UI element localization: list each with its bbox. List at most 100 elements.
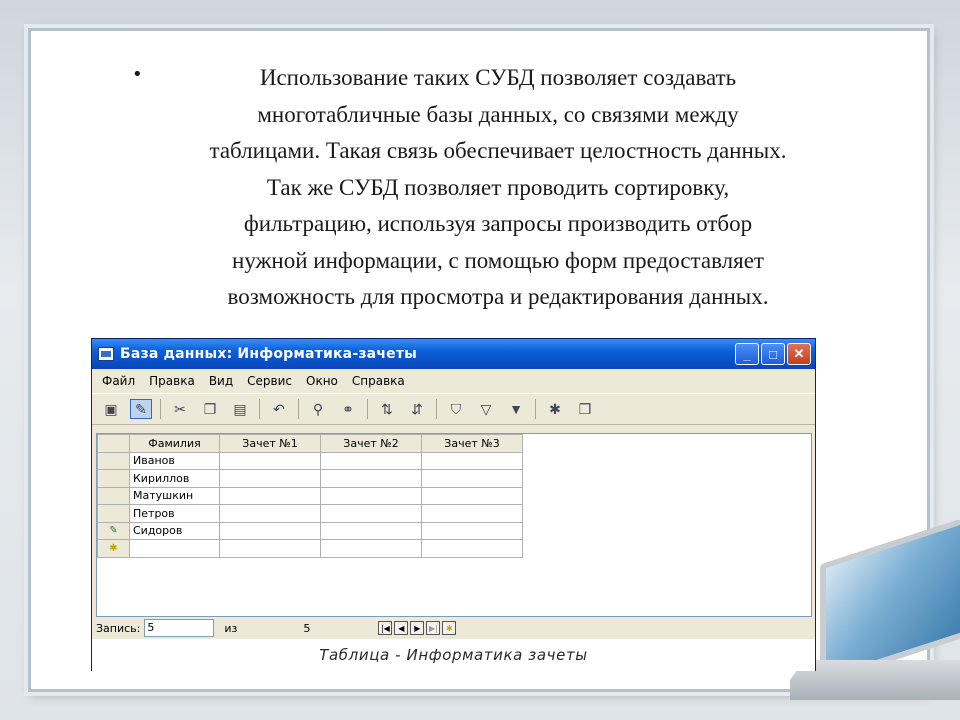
filter-icon[interactable]: ⛉ xyxy=(445,399,467,419)
cut-icon[interactable]: ✂ xyxy=(169,399,191,419)
menu-bar: Файл Правка Вид Сервис Окно Справка xyxy=(92,369,815,393)
sort-desc-icon[interactable]: ⇵ xyxy=(406,399,428,419)
filter-form-icon[interactable]: ▽ xyxy=(475,399,497,419)
column-header[interactable]: Зачет №1 xyxy=(219,434,321,453)
table-row: Матушкин xyxy=(97,486,523,505)
record-number-input[interactable]: 5 xyxy=(144,619,215,637)
table-row: Кириллов xyxy=(97,469,523,488)
grade-cell[interactable] xyxy=(219,521,321,540)
sort-asc-icon[interactable]: ⇅ xyxy=(376,399,398,419)
toolbar-separator xyxy=(367,399,368,419)
text-line: таблицами. Такая связь обеспечивает цело… xyxy=(209,138,787,163)
menu-file[interactable]: Файл xyxy=(102,374,135,388)
header-row: Фамилия Зачет №1 Зачет №2 Зачет №3 xyxy=(97,434,523,453)
record-total: 5 xyxy=(303,621,311,635)
grade-cell[interactable] xyxy=(421,469,523,488)
record-label: Запись: xyxy=(96,621,141,635)
toolbar-separator xyxy=(259,399,260,419)
grade-cell[interactable] xyxy=(421,486,523,505)
column-header[interactable]: Зачет №3 xyxy=(421,434,523,453)
grade-cell[interactable] xyxy=(421,451,523,470)
text-line: нужной информации, с помощью форм предос… xyxy=(232,247,764,273)
new-record-icon[interactable]: ✱ xyxy=(544,399,566,419)
data-table: Фамилия Зачет №1 Зачет №2 Зачет №3 Ивано… xyxy=(97,434,523,558)
menu-edit[interactable]: Правка xyxy=(149,374,195,388)
grade-cell[interactable] xyxy=(219,451,321,470)
of-label: из xyxy=(224,621,238,635)
toolbar-separator xyxy=(436,399,437,419)
name-cell[interactable]: Петров xyxy=(129,504,220,523)
slide-text: Использование таких СУБД позволяет созда… xyxy=(96,60,900,316)
name-cell[interactable]: Иванов xyxy=(129,451,220,470)
menu-view[interactable]: Вид xyxy=(209,374,233,388)
grade-cell[interactable] xyxy=(320,469,422,488)
window-title: База данных: Информатика-зачеты xyxy=(120,346,417,362)
record-navigator: Запись: 5 из 5 |◀ ◀ ▶ ▶| ✱ xyxy=(96,618,812,638)
menu-window[interactable]: Окно xyxy=(306,374,338,388)
toolbar: ▣ ✎ ✂ ❐ ▤ ↶ ⚲ ⚭ ⇅ ⇵ ⛉ ▽ ▼ ✱ ❒ xyxy=(92,393,815,425)
maximize-button[interactable]: □ xyxy=(761,343,785,365)
close-button[interactable]: ✕ xyxy=(787,343,811,365)
row-selector[interactable] xyxy=(97,486,130,505)
grade-cell[interactable] xyxy=(320,521,422,540)
grade-cell[interactable] xyxy=(219,469,321,488)
grade-cell[interactable] xyxy=(219,504,321,523)
datasheet: Фамилия Зачет №1 Зачет №2 Зачет №3 Ивано… xyxy=(96,433,812,617)
prev-record-button[interactable]: ◀ xyxy=(394,621,409,635)
row-selector[interactable] xyxy=(97,451,130,470)
column-header[interactable]: Фамилия xyxy=(129,434,220,453)
name-cell[interactable] xyxy=(129,539,220,558)
save-icon[interactable]: ▣ xyxy=(100,399,122,419)
name-cell[interactable]: Сидоров xyxy=(129,521,220,540)
database-window-icon[interactable]: ❒ xyxy=(574,399,596,419)
last-record-button[interactable]: ▶| xyxy=(426,621,441,635)
undo-icon[interactable]: ↶ xyxy=(268,399,290,419)
menu-tools[interactable]: Сервис xyxy=(247,374,292,388)
grade-cell[interactable] xyxy=(421,504,523,523)
text-line: многотабличные базы данных, со связями м… xyxy=(257,101,739,127)
edit-icon[interactable]: ✎ xyxy=(130,399,152,419)
first-record-button[interactable]: |◀ xyxy=(378,621,393,635)
grade-cell[interactable] xyxy=(320,504,422,523)
name-cell[interactable]: Матушкин xyxy=(129,486,220,505)
link-icon[interactable]: ⚭ xyxy=(337,399,359,419)
next-record-button[interactable]: ▶ xyxy=(410,621,425,635)
column-header[interactable]: Зачет №2 xyxy=(320,434,422,453)
toolbar-separator xyxy=(298,399,299,419)
row-selector[interactable] xyxy=(97,469,130,488)
minimize-button[interactable]: _ xyxy=(735,343,759,365)
grade-cell[interactable] xyxy=(421,539,523,558)
text-line: Использование таких СУБД позволяет созда… xyxy=(259,65,737,90)
row-selector[interactable] xyxy=(97,504,130,523)
text-line: Так же СУБД позволяет проводить сортиров… xyxy=(266,174,730,200)
table-row: Петров xyxy=(97,504,523,523)
name-cell[interactable]: Кириллов xyxy=(129,469,220,488)
new-record-icon[interactable]: ✱ xyxy=(97,539,130,558)
table-row: Иванов xyxy=(97,451,523,470)
copy-icon[interactable]: ❐ xyxy=(199,399,221,419)
toolbar-separator xyxy=(160,399,161,419)
grade-cell[interactable] xyxy=(421,521,523,540)
toolbar-separator xyxy=(535,399,536,419)
table-row: ✎ Сидоров xyxy=(97,521,523,540)
grade-cell[interactable] xyxy=(219,539,321,558)
apply-filter-icon[interactable]: ▼ xyxy=(505,399,527,419)
new-record-row: ✱ xyxy=(97,539,523,558)
menu-help[interactable]: Справка xyxy=(352,374,405,388)
figure-caption: Таблица - Информатика зачеты xyxy=(92,639,815,671)
text-line: фильтрацию, используя запросы производит… xyxy=(243,211,753,236)
grade-cell[interactable] xyxy=(320,451,422,470)
find-icon[interactable]: ⚲ xyxy=(307,399,329,419)
pencil-icon[interactable]: ✎ xyxy=(97,521,130,540)
grade-cell[interactable] xyxy=(320,539,422,558)
window-controls: _ □ ✕ xyxy=(735,343,811,365)
database-icon xyxy=(98,347,114,361)
text-line: возможность для просмотра и редактирован… xyxy=(227,284,769,309)
title-bar[interactable]: База данных: Информатика-зачеты _ □ ✕ xyxy=(92,339,815,369)
grade-cell[interactable] xyxy=(219,486,321,505)
grade-cell[interactable] xyxy=(320,486,422,505)
row-selector-header[interactable] xyxy=(97,434,130,453)
paste-icon[interactable]: ▤ xyxy=(229,399,251,419)
database-window: База данных: Информатика-зачеты _ □ ✕ Фа… xyxy=(91,338,816,671)
new-record-nav-button[interactable]: ✱ xyxy=(442,621,457,635)
